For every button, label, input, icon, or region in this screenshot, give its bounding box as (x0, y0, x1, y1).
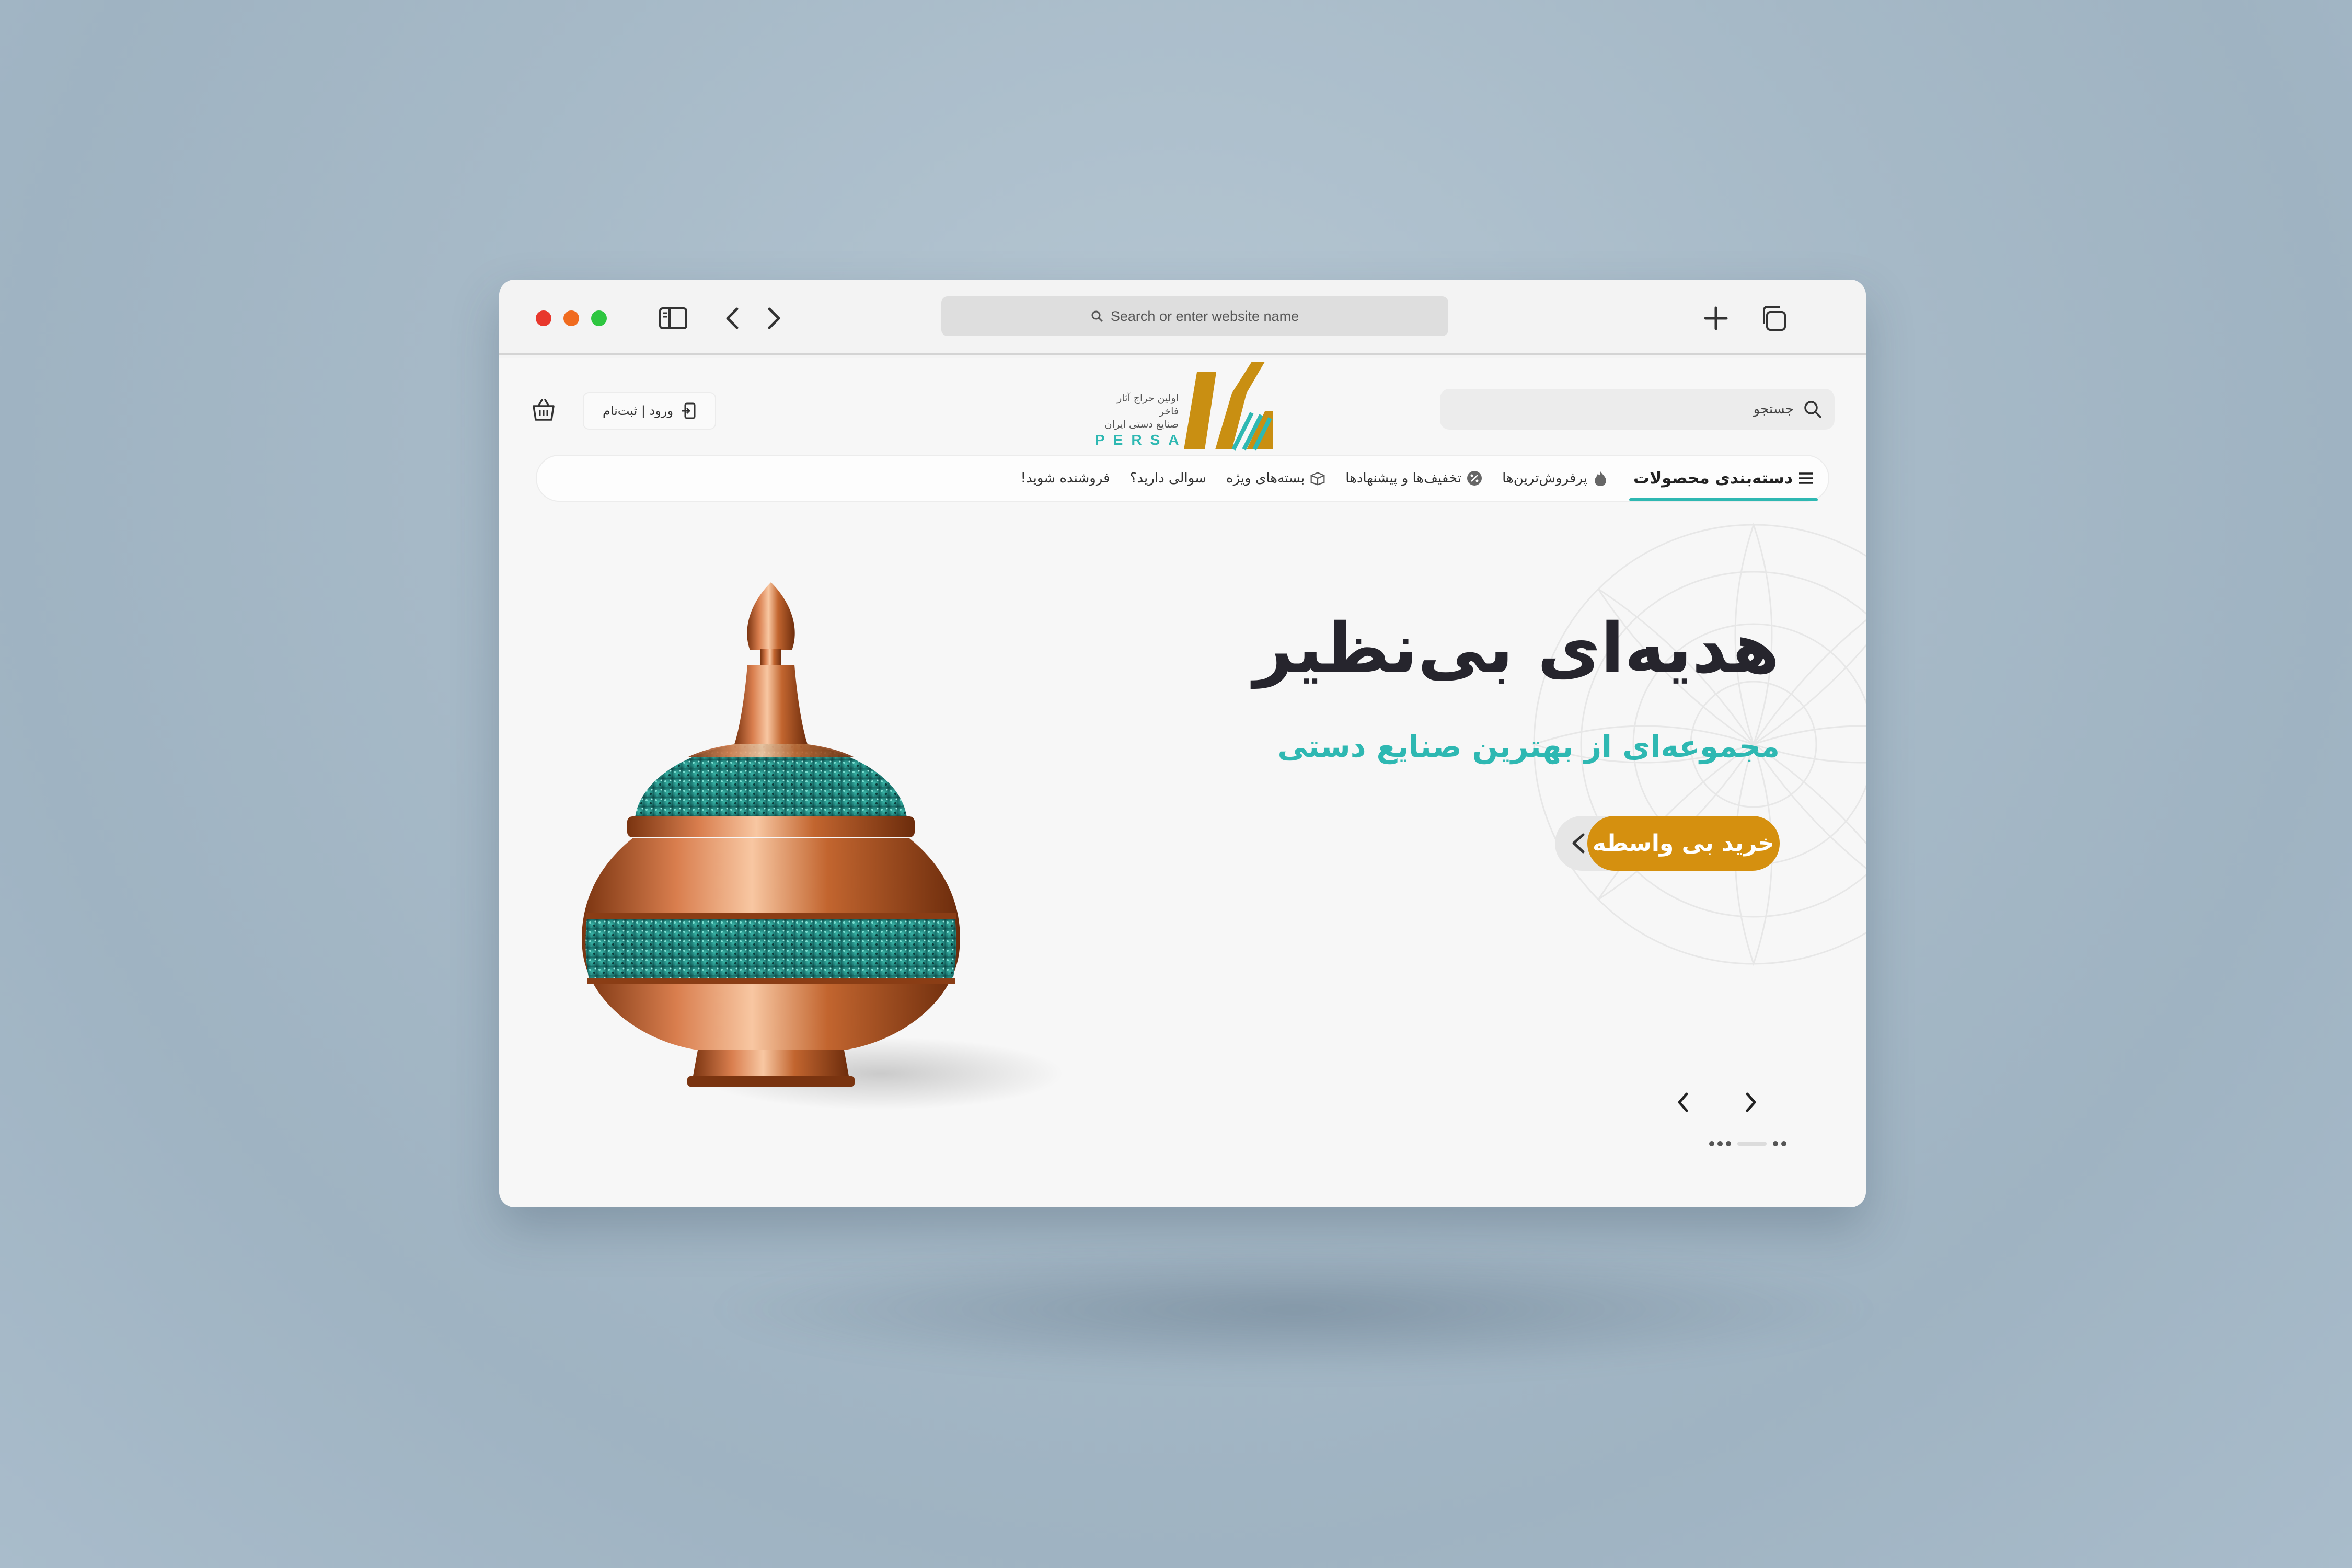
login-label: ورود | ثبت‌نام (602, 403, 674, 418)
buy-direct-button[interactable]: خرید بی واسطه (1587, 816, 1780, 871)
logo-tagline: اولین حراج آثار فاخر صنایع دستی ایران (1104, 393, 1179, 430)
cart-basket-icon[interactable] (531, 397, 557, 423)
slide-dot[interactable] (1773, 1141, 1778, 1146)
slider-pagination (1709, 1141, 1786, 1146)
slide-dot[interactable] (1709, 1141, 1714, 1146)
nav-discounts[interactable]: تخفیف‌ها و پیشنهادها (1345, 470, 1482, 486)
sidebar-toggle-icon[interactable] (659, 305, 688, 332)
new-tab-icon[interactable] (1701, 305, 1731, 332)
login-register-button[interactable]: ورود | ثبت‌نام (583, 392, 716, 430)
search-placeholder: جستجو (1753, 401, 1794, 417)
main-navigation: دسته‌بندی محصولات پرفروش‌ترین‌ها تخفیف‌ه… (536, 455, 1829, 502)
menu-icon (1798, 470, 1814, 486)
hero-subtitle: مجموعه‌ای از بهترین صنایع دستی (1277, 729, 1780, 764)
site-search-input[interactable]: جستجو (1440, 389, 1835, 430)
chevron-left-icon[interactable] (1567, 832, 1588, 855)
tab-overview-icon[interactable] (1759, 305, 1788, 332)
nav-questions-label: سوالی دارید؟ (1129, 470, 1206, 486)
back-arrow-icon[interactable] (718, 305, 747, 332)
product-jar-image (582, 582, 1064, 1110)
nav-special-packages[interactable]: بسته‌های ویژه (1226, 470, 1325, 486)
slider-next-icon[interactable] (1738, 1089, 1764, 1115)
search-icon (1804, 401, 1821, 418)
login-door-icon (682, 402, 696, 419)
address-bar-placeholder: Search or enter website name (1110, 308, 1299, 324)
slide-dot[interactable] (1717, 1141, 1723, 1146)
hero-title: هدیه‌ای بی‌نظیر (1253, 608, 1780, 689)
logo-brand-text: PERSA (1095, 432, 1187, 448)
nav-categories[interactable]: دسته‌بندی محصولات (1629, 469, 1818, 501)
forward-arrow-icon[interactable] (759, 305, 789, 332)
close-window-button[interactable] (536, 310, 551, 326)
percent-icon (1467, 470, 1482, 486)
browser-window: Search or enter website name ورود | ثبت‌… (499, 280, 1866, 1207)
nav-bestsellers[interactable]: پرفروش‌ترین‌ها (1502, 470, 1608, 486)
slider-prev-icon[interactable] (1670, 1089, 1696, 1115)
slide-dot-active[interactable] (1737, 1142, 1767, 1146)
maximize-window-button[interactable] (591, 310, 607, 326)
nav-special-packages-label: بسته‌های ویژه (1226, 470, 1305, 486)
window-shadow (706, 1244, 1882, 1375)
nav-discounts-label: تخفیف‌ها و پیشنهادها (1345, 470, 1462, 486)
minimize-window-button[interactable] (563, 310, 579, 326)
nav-bestsellers-label: پرفروش‌ترین‌ها (1502, 470, 1587, 486)
box-icon (1310, 470, 1325, 486)
nav-questions[interactable]: سوالی دارید؟ (1130, 470, 1206, 486)
nav-become-seller[interactable]: فروشنده شوید! (1021, 470, 1110, 486)
flame-icon (1593, 470, 1608, 486)
browser-toolbar: Search or enter website name (499, 280, 1866, 355)
nav-become-seller-label: فروشنده شوید! (1020, 470, 1110, 486)
nav-categories-label: دسته‌بندی محصولات (1633, 469, 1793, 488)
address-bar[interactable]: Search or enter website name (941, 296, 1448, 336)
slide-dot[interactable] (1781, 1141, 1786, 1146)
search-icon (1091, 310, 1103, 322)
website-page: ورود | ثبت‌نام اولین حراج آثار فاخر صنای… (499, 358, 1866, 1207)
hero-cta-group: خرید بی واسطه (1555, 816, 1780, 871)
persa-logo[interactable]: اولین حراج آثار فاخر صنایع دستی ایران PE… (1095, 362, 1273, 451)
slide-dot[interactable] (1726, 1141, 1731, 1146)
